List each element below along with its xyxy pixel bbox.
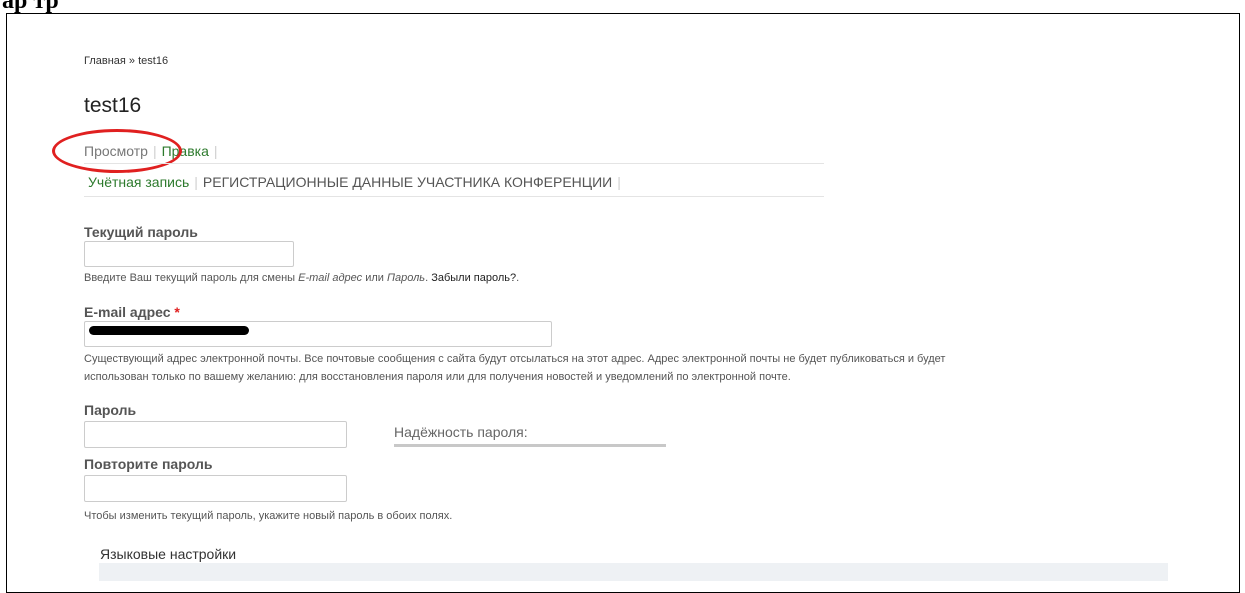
red-highlight-annotation [52, 129, 182, 173]
confirm-password-label: Повторите пароль [84, 456, 213, 472]
subtab-separator: | [194, 174, 198, 190]
tab-separator: | [213, 143, 218, 159]
breadcrumb[interactable]: Главная » test16 [84, 55, 168, 67]
subtabs-divider [84, 196, 824, 197]
current-password-input[interactable] [84, 241, 294, 267]
tabs-divider [84, 163, 824, 164]
secondary-tabs: Учётная запись | РЕГИСТРАЦИОННЫЕ ДАННЫЕ УЧ… [88, 174, 626, 190]
confirm-password-input[interactable] [84, 475, 347, 502]
screenshot-frame [6, 13, 1240, 593]
password-strength-label: Надёжность пароля: [394, 424, 528, 440]
subtab-separator: | [617, 174, 621, 190]
page-title: test16 [84, 94, 142, 117]
subtab-conference[interactable]: РЕГИСТРАЦИОННЫЕ ДАННЫЕ УЧАСТНИКА КОНФЕРЕ… [203, 174, 612, 190]
current-password-description: Введите Ваш текущий пароль для смены E-m… [84, 272, 520, 284]
password-input[interactable] [84, 421, 347, 448]
password-label: Пароль [84, 402, 137, 418]
redaction-mark [89, 326, 249, 335]
forgot-password-link[interactable]: Забыли пароль? [431, 272, 516, 284]
email-description: Существующий адрес электронной почты. Вс… [84, 353, 946, 383]
language-settings-title[interactable]: Языковые настройки [100, 546, 236, 562]
current-password-label: Текущий пароль [84, 224, 198, 240]
language-settings-panel [99, 563, 1168, 581]
password-strength-bar [394, 444, 666, 447]
confirm-password-description: Чтобы изменить текущий пароль, укажите н… [84, 510, 453, 522]
subtab-account[interactable]: Учётная запись [88, 174, 189, 190]
required-marker: * [174, 304, 180, 320]
email-input[interactable] [84, 321, 552, 347]
email-label: E-mail адрес * [84, 304, 180, 320]
